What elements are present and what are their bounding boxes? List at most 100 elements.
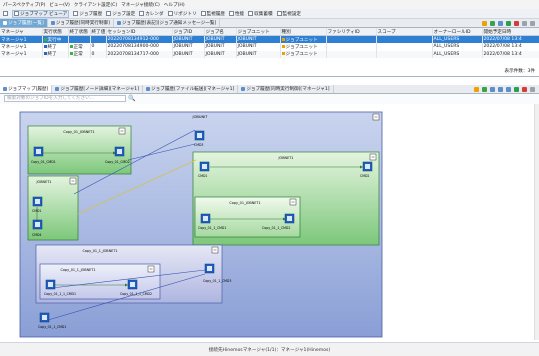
- col-type[interactable]: 種別: [280, 28, 327, 36]
- table-header: マネージャ 実行状態 終了状態 終了値 セッションID ジョブID ジョブ名 ジ…: [0, 28, 539, 36]
- perspective-collection-button[interactable]: 収集蓄積: [248, 11, 273, 17]
- tab-file-transfer[interactable]: ジョブ履歴[ファイル転送][マネージャ1]: [143, 85, 239, 93]
- col-start-time[interactable]: 開始予定日時: [482, 28, 539, 36]
- menu-client-settings[interactable]: クライアント設定(C): [74, 2, 117, 8]
- job-settings-icon: [106, 11, 112, 16]
- col-end-state[interactable]: 終了状態: [68, 28, 91, 36]
- fit-icon[interactable]: [506, 86, 511, 92]
- concurrency-control-icon: [241, 87, 246, 91]
- ended-status-icon: [43, 52, 47, 56]
- tab-job-history-list[interactable]: ジョブ履歴[一覧]: [0, 19, 48, 27]
- svg-text:Copy_01_1_1_CMD1: Copy_01_1_1_CMD1: [44, 292, 76, 296]
- menu-help[interactable]: ヘルプ(H): [164, 2, 185, 8]
- calendar-icon: [139, 11, 145, 16]
- table-row[interactable]: マネージャ1 実行中 20220708134912-000 JOBUNIT JO…: [0, 35, 539, 43]
- svg-text:JOBNET1: JOBNET1: [36, 180, 52, 184]
- vertical-scrollbar[interactable]: [534, 104, 539, 340]
- perspective-performance-button[interactable]: 性能: [228, 11, 244, 17]
- perspective-calendar-button[interactable]: カレンダ: [139, 11, 164, 17]
- jobunit-icon: [281, 37, 285, 41]
- job-node-cmd3[interactable]: CMD3: [194, 130, 205, 147]
- map-view-tabs: ジョブマップ[履歴] ジョブ履歴[ノード詳細][マネージャ1] ジョブ履歴[ファ…: [0, 85, 539, 94]
- col-facility-id[interactable]: ファシリティID: [326, 28, 377, 36]
- perspective-job-settings-button[interactable]: ジョブ設定: [106, 11, 135, 17]
- svg-text:Copy_01_1_CMD1: Copy_01_1_CMD1: [198, 226, 226, 230]
- svg-text:Copy_01_JOBNET1: Copy_01_JOBNET1: [63, 130, 94, 134]
- table-row[interactable]: マネージャ1 終了 正常 0 20220708134900-000 JOBUNI…: [0, 43, 539, 51]
- run-icon[interactable]: [506, 20, 511, 26]
- jobmap-icon: [14, 11, 19, 16]
- svg-text:Copy_01_1_CMD2: Copy_01_1_CMD2: [262, 226, 290, 230]
- zoom-in-icon[interactable]: [498, 86, 503, 92]
- zoom-out-icon[interactable]: [490, 86, 495, 92]
- search-icon[interactable]: 🔍: [128, 95, 135, 102]
- menu-perspective[interactable]: パースペクティブ(P): [3, 2, 45, 8]
- col-session-id[interactable]: セッションID: [106, 28, 173, 36]
- svg-text:CMD1: CMD1: [198, 174, 207, 178]
- history-view-actions: [482, 20, 539, 26]
- tab-concurrency-control[interactable]: ジョブ履歴[同時実行制御][マネージャ1]: [238, 85, 334, 93]
- svg-text:CMD1: CMD1: [32, 209, 41, 213]
- svg-text:Copy_01_1_CMD3: Copy_01_1_CMD3: [203, 279, 231, 283]
- perspective-toolbar: ジョブマップ ビューア ジョブ履歴 ジョブ設定 カレンダ リポジトリ 監視履歴 …: [0, 9, 539, 19]
- svg-text:Copy_01_CMD2: Copy_01_CMD2: [105, 160, 130, 164]
- job-history-icon: [73, 11, 79, 16]
- maximize-icon[interactable]: [530, 20, 535, 26]
- col-job-id[interactable]: ジョブID: [172, 28, 205, 36]
- col-job-name[interactable]: ジョブ名: [204, 28, 237, 36]
- node-detail-icon: [55, 87, 60, 91]
- monitor-settings-icon: [276, 11, 282, 16]
- svg-text:Copy_01_1_1_CMD2: Copy_01_1_1_CMD2: [120, 292, 152, 296]
- col-manager[interactable]: マネージャ: [0, 28, 43, 36]
- perspective-job-history-button[interactable]: ジョブ履歴: [73, 11, 102, 17]
- jobunit-title: JOBUNIT: [192, 115, 209, 119]
- col-run-state[interactable]: 実行状態: [42, 28, 69, 36]
- connection-status: 接続先Hinemosマネージャ(1/1)：マネージャ1(Hinemos): [208, 347, 331, 353]
- perspective-monitor-history-button[interactable]: 監視履歴: [200, 11, 225, 17]
- map-stop-icon[interactable]: [522, 86, 527, 92]
- map-minimize-icon[interactable]: [530, 86, 535, 92]
- perspective-monitor-settings-button[interactable]: 監視設定: [276, 11, 301, 17]
- col-scope[interactable]: スコープ: [376, 28, 433, 36]
- running-status-icon: [43, 37, 47, 41]
- col-owner-role[interactable]: オーナーロールID: [432, 28, 483, 36]
- tab-job-history-concurrency[interactable]: ジョブ履歴[同時実行制御]: [48, 19, 114, 27]
- map-view-actions: [474, 86, 539, 92]
- map-filter-icon[interactable]: [482, 86, 487, 92]
- menu-manager-connect[interactable]: マネージャ接続(C): [121, 2, 160, 8]
- jobunit-icon: [281, 52, 285, 56]
- col-end-value[interactable]: 終了値: [90, 28, 107, 36]
- status-bar: 接続先Hinemosマネージャ(1/1)：マネージャ1(Hinemos): [0, 342, 539, 356]
- filter-icon[interactable]: [490, 20, 495, 26]
- job-map-svg: JOBUNIT Copy_01_JOBNET1 JOBNET1 JOBNET1: [19, 111, 383, 338]
- svg-text:Copy_01_JOBNET1: Copy_01_JOBNET1: [229, 201, 260, 205]
- list-icon: [3, 21, 7, 25]
- jobnet-copy01-inner[interactable]: Copy_01_JOBNET1: [194, 196, 301, 238]
- table-row[interactable]: マネージャ1 終了 正常 0 20220708134717-000 JOBUNI…: [0, 50, 539, 58]
- tab-job-notify-messages[interactable]: ジョブ履歴[表記][ジョブ通知メッセージ一覧]: [114, 19, 221, 27]
- svg-text:JOBNET1: JOBNET1: [278, 156, 294, 160]
- menu-view[interactable]: ビュー(V): [49, 2, 70, 8]
- map-refresh-icon[interactable]: [474, 86, 479, 92]
- pin-icon[interactable]: [498, 20, 503, 26]
- table-empty-area: 表示件数：3件: [0, 58, 539, 76]
- refresh-icon[interactable]: [482, 20, 487, 26]
- collection-icon: [248, 11, 254, 16]
- perspective-jobmap-button[interactable]: ジョブマップ ビューア: [12, 9, 70, 18]
- map-run-icon[interactable]: [514, 86, 519, 92]
- job-node-cmd4[interactable]: CMD4: [32, 219, 43, 237]
- job-node-cmd1-left[interactable]: CMD1: [32, 196, 43, 213]
- jobnet1-left[interactable]: JOBNET1: [27, 175, 79, 241]
- tab-jobmap-history[interactable]: ジョブマップ[履歴]: [0, 85, 53, 93]
- toolbar-menu-icon[interactable]: [3, 11, 8, 16]
- minimize-icon[interactable]: [522, 20, 527, 26]
- perspective-repository-button[interactable]: リポジトリ: [167, 11, 197, 17]
- ended-status-icon: [43, 44, 47, 48]
- stop-icon[interactable]: [514, 20, 519, 26]
- repository-icon: [167, 11, 173, 16]
- svg-text:CMD2: CMD2: [360, 174, 369, 178]
- tab-node-detail[interactable]: ジョブ履歴[ノード詳細][マネージャ1]: [52, 85, 144, 93]
- job-id-search-input[interactable]: 検索対象のジョブIDを入力してください...: [4, 95, 126, 102]
- col-jobunit[interactable]: ジョブユニット: [236, 28, 281, 36]
- row-count-label: 表示件数：3件: [504, 69, 536, 74]
